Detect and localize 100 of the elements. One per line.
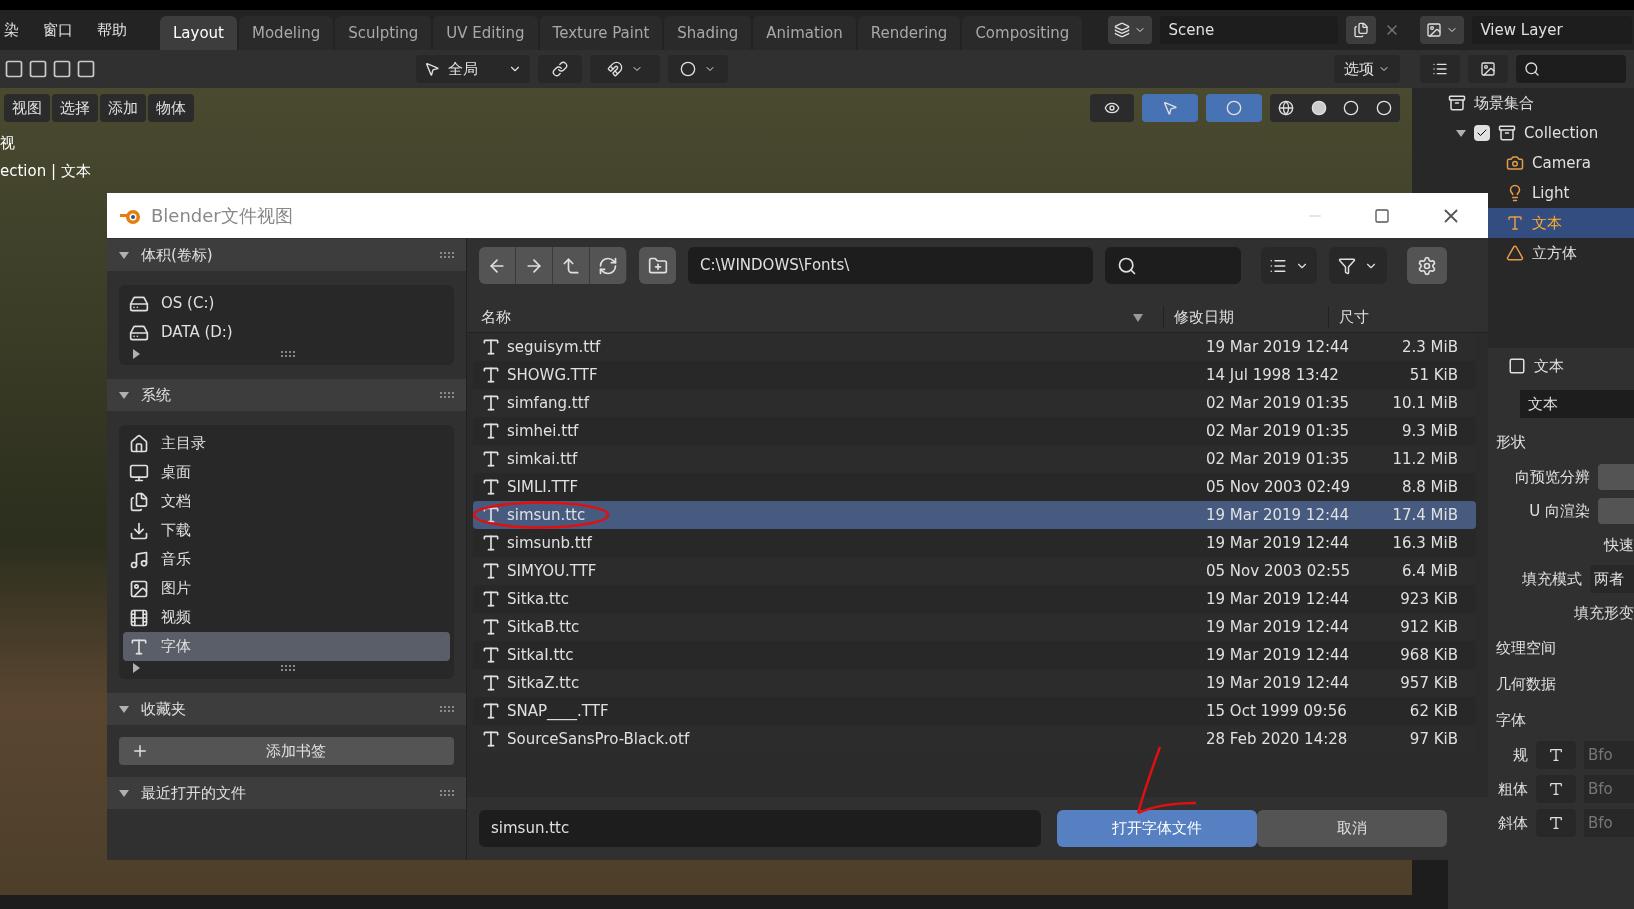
file-row[interactable]: simsun.ttc 19 Mar 2019 12:44 17.4 MiB (473, 501, 1476, 529)
workspace-tab[interactable]: Animation (753, 16, 856, 50)
file-row[interactable]: SitkaI.ttc 19 Mar 2019 12:44 968 KiB (473, 641, 1476, 669)
visibility-dropdown[interactable] (1090, 94, 1134, 122)
column-header[interactable]: 尺寸 (1328, 305, 1428, 328)
menu-item[interactable]: 染 (0, 18, 23, 42)
search-field[interactable] (1105, 247, 1241, 284)
grip-icon[interactable] (440, 252, 454, 258)
shading-buttons[interactable] (1270, 94, 1400, 122)
nav-button[interactable] (516, 247, 553, 284)
expanded-triangle-icon[interactable] (119, 788, 129, 798)
view-layer-field[interactable]: View Layer (1472, 16, 1633, 44)
expanded-triangle-icon[interactable] (1456, 128, 1466, 138)
filename-field[interactable]: simsun.ttc (479, 810, 1041, 847)
section-header[interactable]: 系统 (107, 379, 466, 411)
file-row[interactable]: SHOWG.TTF 14 Jul 1998 13:42 51 KiB (473, 361, 1476, 389)
section-header[interactable]: 体积(卷标) (107, 239, 466, 271)
file-row[interactable]: SIMLI.TTF 05 Nov 2003 02:49 8.8 MiB (473, 473, 1476, 501)
sort-icon[interactable] (1133, 314, 1143, 322)
file-row[interactable]: Sitka.ttc 19 Mar 2019 12:44 923 KiB (473, 585, 1476, 613)
sidebar-item[interactable]: DATA (D:) (123, 318, 450, 347)
sidebar-item[interactable]: 下载 (123, 516, 450, 545)
cancel-button[interactable]: 取消 (1257, 810, 1447, 847)
gizmo-dropdown[interactable] (1142, 94, 1198, 122)
workspace-tab[interactable]: UV Editing (433, 16, 538, 50)
outliner-row[interactable]: Camera (1412, 148, 1634, 178)
display-mode-dropdown[interactable] (1261, 247, 1317, 284)
filter-dropdown[interactable] (1329, 247, 1387, 284)
grip-icon[interactable] (440, 706, 454, 712)
sidebar-item[interactable]: 文档 (123, 487, 450, 516)
grip-icon[interactable] (440, 392, 454, 398)
nav-button[interactable] (590, 247, 627, 284)
open-button[interactable]: 打开字体文件 (1057, 810, 1257, 847)
proportional-edit-button[interactable] (668, 55, 728, 83)
nav-button[interactable] (553, 247, 590, 284)
section-header[interactable]: 收藏夹 (107, 693, 466, 725)
sidebar-item[interactable]: 音乐 (123, 545, 450, 574)
font-dropdown[interactable] (1536, 775, 1576, 803)
workspace-tab[interactable]: Sculpting (335, 16, 432, 50)
checkbox[interactable] (1474, 125, 1490, 141)
select-mode-icon[interactable] (52, 59, 72, 79)
overlay-dropdown[interactable] (1206, 94, 1262, 122)
pivot-dropdown[interactable] (538, 55, 582, 83)
new-scene-button[interactable] (1346, 16, 1377, 44)
add-bookmark-button[interactable]: 添加书签 (119, 737, 454, 765)
workspace-tab[interactable]: Compositing (962, 16, 1083, 50)
file-row[interactable]: simsunb.ttf 19 Mar 2019 12:44 16.3 MiB (473, 529, 1476, 557)
panel-header[interactable]: 形状 (1496, 430, 1526, 454)
panel-header[interactable]: 字体 (1496, 708, 1526, 732)
workspace-tab[interactable]: Layout (160, 16, 237, 50)
viewport-menu-item[interactable]: 选择 (52, 94, 98, 122)
fill-mode-dropdown[interactable]: 两者 (1590, 565, 1634, 593)
path-field[interactable]: C:\WINDOWS\Fonts\ (688, 247, 1093, 284)
new-folder-button[interactable] (639, 247, 676, 284)
expanded-triangle-icon[interactable] (119, 704, 129, 714)
column-header[interactable]: 名称 (467, 305, 1133, 328)
search-field[interactable] (1516, 55, 1626, 83)
snap-dropdown[interactable] (590, 55, 660, 83)
orientation-dropdown[interactable]: 全局 (416, 55, 530, 83)
options-dropdown[interactable]: 选项 (1334, 55, 1400, 83)
viewport-menu-item[interactable]: 视图 (4, 94, 50, 122)
workspace-tab[interactable]: Shading (664, 16, 752, 50)
data-name-field[interactable]: 文本 (1520, 390, 1634, 418)
column-header[interactable]: 修改日期 (1163, 305, 1328, 328)
file-row[interactable]: SNAP____.TTF 15 Oct 1999 09:56 62 KiB (473, 697, 1476, 725)
font-dropdown[interactable] (1536, 809, 1576, 837)
view-layer-selector-button[interactable] (1420, 16, 1465, 44)
sidebar-item[interactable]: 桌面 (123, 458, 450, 487)
number-field[interactable] (1598, 498, 1634, 524)
number-field[interactable] (1598, 464, 1634, 490)
collapsed-triangle-icon[interactable] (131, 349, 141, 359)
workspace-tab[interactable]: Modeling (239, 16, 334, 50)
select-mode-icon[interactable] (76, 59, 96, 79)
collapsed-triangle-icon[interactable] (131, 663, 141, 673)
font-dropdown[interactable] (1536, 741, 1576, 769)
sidebar-item[interactable]: 字体 (123, 632, 450, 661)
nav-button[interactable] (479, 247, 516, 284)
sidebar-item[interactable]: 图片 (123, 574, 450, 603)
select-mode-icon[interactable] (28, 59, 48, 79)
scene-field[interactable]: Scene (1160, 16, 1339, 44)
sidebar-item[interactable]: OS (C:) (123, 289, 450, 318)
viewport-menu-item[interactable]: 添加 (100, 94, 146, 122)
maximize-icon[interactable] (1374, 207, 1390, 224)
grip-icon[interactable] (281, 665, 295, 671)
display-mode-dropdown[interactable] (1420, 55, 1460, 83)
panel-header[interactable]: 几何数据 (1496, 672, 1556, 696)
grip-icon[interactable] (281, 351, 295, 357)
select-mode-icon[interactable] (4, 59, 24, 79)
grip-icon[interactable] (440, 790, 454, 796)
panel-header[interactable]: 纹理空间 (1496, 636, 1556, 660)
sidebar-item[interactable]: 主目录 (123, 429, 450, 458)
filter-dropdown[interactable] (1468, 55, 1508, 83)
workspace-tab[interactable]: Rendering (857, 16, 961, 50)
expanded-triangle-icon[interactable] (119, 250, 129, 260)
outliner-row[interactable]: 立方体 (1412, 238, 1634, 268)
outliner-item[interactable]: Collection (1524, 121, 1599, 145)
outliner-row[interactable]: Light (1412, 178, 1634, 208)
viewport-menu-item[interactable]: 物体 (148, 94, 194, 122)
file-row[interactable]: simhei.ttf 02 Mar 2019 01:35 9.3 MiB (473, 417, 1476, 445)
expanded-triangle-icon[interactable] (119, 390, 129, 400)
